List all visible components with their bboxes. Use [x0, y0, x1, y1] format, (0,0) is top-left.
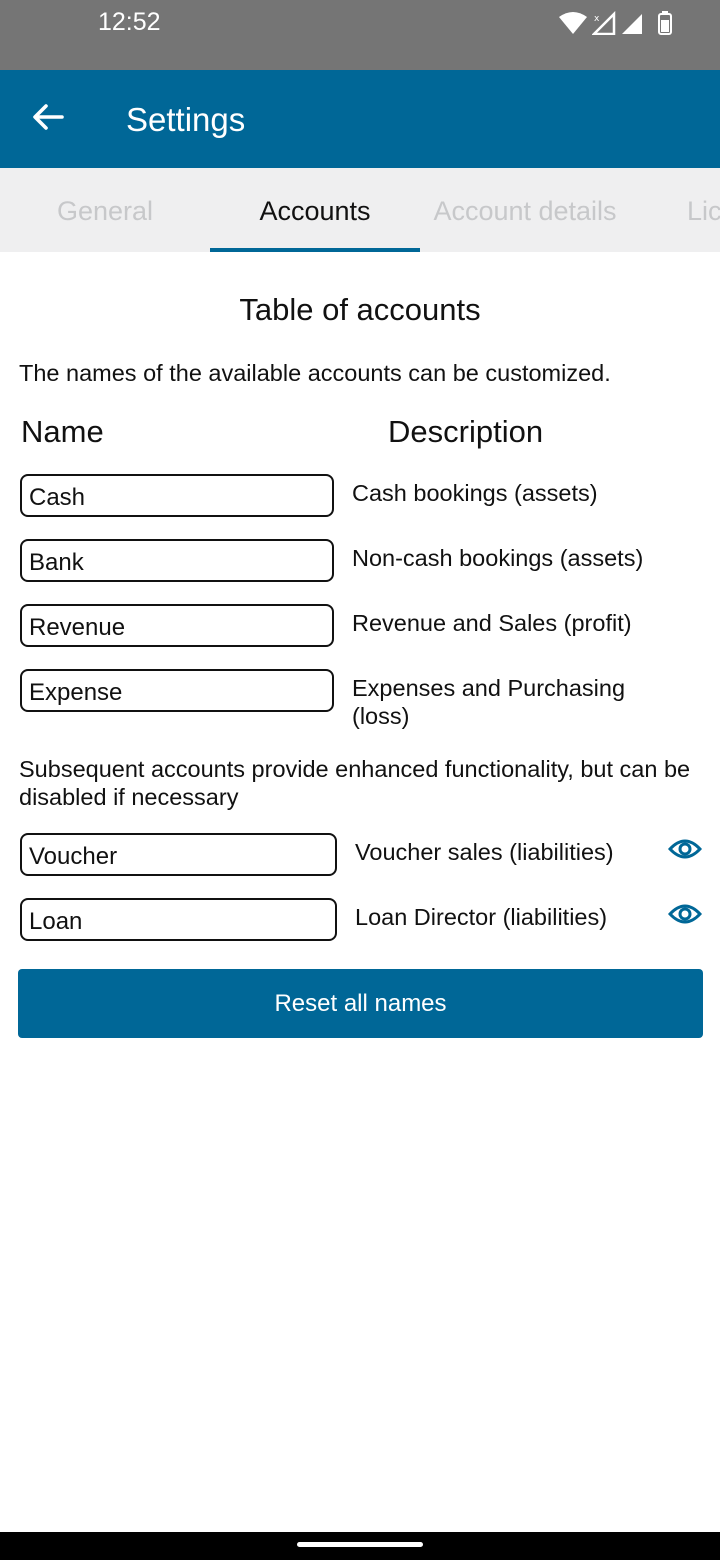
status-time: 12:52: [98, 8, 161, 36]
account-name-input[interactable]: [22, 835, 335, 874]
account-name-field-expense[interactable]: [20, 669, 334, 712]
signal-icon: [620, 11, 644, 35]
account-name-field-revenue[interactable]: [20, 604, 334, 647]
toggle-visibility-button-voucher[interactable]: [665, 836, 705, 866]
active-tab-indicator: [210, 248, 420, 252]
account-name-input[interactable]: [22, 541, 332, 580]
home-gesture-handle[interactable]: [297, 1542, 423, 1547]
back-button[interactable]: [22, 95, 74, 143]
tab-bar: General Accounts Account details Lic: [0, 168, 720, 252]
account-description: Non-cash bookings (assets): [352, 545, 644, 571]
tab-accounts[interactable]: Accounts: [210, 168, 420, 252]
account-description: Voucher sales (liabilities): [355, 839, 614, 865]
section-title: Table of accounts: [239, 292, 481, 327]
account-name-input[interactable]: [22, 900, 335, 939]
toggle-visibility-button-loan[interactable]: [665, 901, 705, 931]
status-bar: 12:52 x: [0, 0, 720, 70]
reset-all-names-button[interactable]: Reset all names: [18, 969, 703, 1038]
optional-accounts-note: Subsequent accounts provide enhanced fun…: [19, 756, 691, 810]
eye-icon: [667, 837, 703, 866]
arrow-left-icon: [32, 103, 64, 136]
app-bar: Settings: [0, 70, 720, 168]
account-description: Cash bookings (assets): [352, 480, 598, 506]
tab-license[interactable]: Lic: [630, 168, 720, 252]
description-column-header: Description: [388, 414, 544, 449]
page-title: Settings: [126, 101, 246, 138]
account-name-input[interactable]: [22, 671, 332, 710]
account-name-input[interactable]: [22, 606, 332, 645]
battery-icon: [658, 11, 672, 35]
svg-text:x: x: [594, 14, 600, 24]
tab-account-details[interactable]: Account details: [420, 168, 630, 252]
account-description: Loan Director (liabilities): [355, 904, 608, 930]
account-name-field-bank[interactable]: [20, 539, 334, 582]
eye-icon: [667, 902, 703, 931]
account-name-input[interactable]: [22, 476, 332, 515]
account-name-field-loan[interactable]: [20, 898, 337, 941]
account-name-field-cash[interactable]: [20, 474, 334, 517]
account-name-field-voucher[interactable]: [20, 833, 337, 876]
account-description: Expenses and Purchasing (loss): [352, 675, 626, 729]
name-column-header: Name: [21, 414, 104, 449]
tab-general[interactable]: General: [0, 168, 210, 252]
intro-text: The names of the available accounts can …: [19, 360, 611, 386]
wifi-icon: [558, 11, 588, 35]
status-icons: x: [558, 10, 672, 36]
signal-icon: x: [592, 11, 616, 35]
account-description: Revenue and Sales (profit): [352, 610, 632, 636]
